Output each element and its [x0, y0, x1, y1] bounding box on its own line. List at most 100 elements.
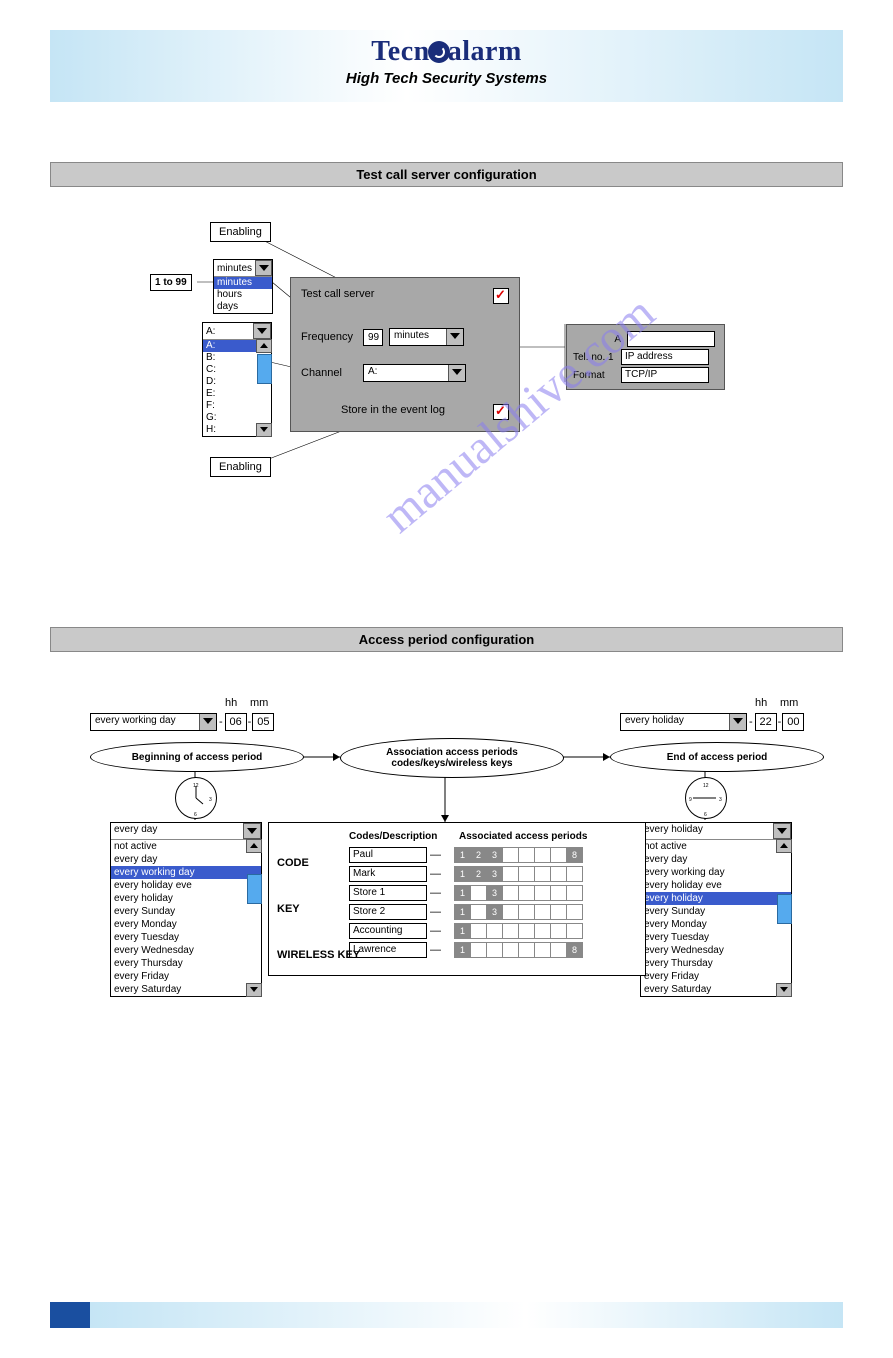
period-cell[interactable]: 1 — [454, 923, 471, 939]
unit-option-minutes[interactable]: minutes — [214, 277, 272, 289]
channel-listbox[interactable]: A: A: B: C: D: E: F: G: H: — [202, 322, 272, 437]
chevron-down-icon[interactable] — [199, 714, 216, 730]
list-item[interactable]: every holiday — [641, 892, 791, 905]
period-cell[interactable]: 3 — [486, 904, 503, 920]
frequency-input[interactable]: 99 — [363, 329, 383, 346]
list-item[interactable]: every Monday — [111, 918, 261, 931]
scroll-down-icon[interactable] — [256, 423, 272, 437]
scroll-up-icon[interactable] — [246, 839, 262, 853]
period-cell[interactable] — [486, 923, 503, 939]
period-cell[interactable] — [550, 847, 567, 863]
tel-no-field[interactable]: IP address — [621, 349, 709, 365]
period-cell[interactable] — [534, 942, 551, 958]
period-cell[interactable]: 1 — [454, 847, 471, 863]
list-item[interactable]: every working day — [641, 866, 791, 879]
list-item[interactable]: every Friday — [641, 970, 791, 983]
list-item[interactable]: every day — [641, 853, 791, 866]
chevron-down-icon[interactable] — [255, 260, 272, 276]
list-item[interactable]: every holiday eve — [641, 879, 791, 892]
chevron-down-icon[interactable] — [729, 714, 746, 730]
list-item[interactable]: every Monday — [641, 918, 791, 931]
format-field[interactable]: TCP/IP — [621, 367, 709, 383]
scrollbar-thumb[interactable] — [777, 894, 792, 924]
channel-select[interactable]: A: — [363, 364, 466, 382]
scrollbar-thumb[interactable] — [247, 874, 262, 904]
period-cell[interactable] — [470, 923, 487, 939]
list-item[interactable]: not active — [111, 840, 261, 853]
list-item[interactable]: every Tuesday — [111, 931, 261, 944]
period-cell[interactable]: 1 — [454, 885, 471, 901]
list-item[interactable]: every Thursday — [641, 957, 791, 970]
unit-option-hours[interactable]: hours — [214, 289, 272, 301]
period-cell[interactable] — [550, 866, 567, 882]
list-item[interactable]: every Saturday — [641, 983, 791, 996]
period-cell[interactable]: 2 — [470, 847, 487, 863]
list-item[interactable]: every Sunday — [111, 905, 261, 918]
channel-option[interactable]: F: — [203, 400, 271, 412]
period-cell[interactable]: 3 — [486, 847, 503, 863]
chevron-down-icon[interactable] — [243, 823, 261, 839]
list-item[interactable]: every Wednesday — [641, 944, 791, 957]
scroll-down-icon[interactable] — [246, 983, 262, 997]
chevron-down-icon[interactable] — [253, 323, 271, 339]
list-item[interactable]: every Wednesday — [111, 944, 261, 957]
period-cell[interactable] — [550, 885, 567, 901]
list-item[interactable]: every Friday — [111, 970, 261, 983]
period-cell[interactable] — [502, 904, 519, 920]
period-cell[interactable] — [534, 904, 551, 920]
end-hh-input[interactable]: 22 — [755, 713, 777, 731]
begin-mm-input[interactable]: 05 — [252, 713, 274, 731]
period-cell[interactable] — [518, 847, 535, 863]
period-cell[interactable] — [566, 866, 583, 882]
period-cell[interactable]: 1 — [454, 942, 471, 958]
period-cell[interactable] — [518, 904, 535, 920]
chevron-down-icon[interactable] — [448, 365, 465, 381]
period-cell[interactable] — [486, 942, 503, 958]
scroll-down-icon[interactable] — [776, 983, 792, 997]
store-log-checkbox[interactable] — [493, 404, 509, 420]
period-cell[interactable] — [518, 866, 535, 882]
side-a-field[interactable] — [627, 331, 715, 347]
period-cell[interactable] — [502, 847, 519, 863]
unit-option-days[interactable]: days — [214, 301, 272, 313]
period-cell[interactable] — [502, 923, 519, 939]
begin-options-list[interactable]: every day not activeevery dayevery worki… — [110, 822, 262, 997]
period-cell[interactable] — [566, 904, 583, 920]
chevron-down-icon[interactable] — [446, 329, 463, 345]
period-cell[interactable] — [470, 904, 487, 920]
list-item[interactable]: every Tuesday — [641, 931, 791, 944]
period-cell[interactable] — [534, 923, 551, 939]
period-cell[interactable]: 8 — [566, 847, 583, 863]
begin-period-select[interactable]: every working day — [90, 713, 217, 731]
period-cell[interactable] — [502, 885, 519, 901]
period-cell[interactable] — [470, 942, 487, 958]
frequency-unit-select[interactable]: minutes — [389, 328, 464, 346]
period-cell[interactable] — [518, 942, 535, 958]
period-cell[interactable]: 8 — [566, 942, 583, 958]
scroll-up-icon[interactable] — [776, 839, 792, 853]
list-item[interactable]: every day — [111, 853, 261, 866]
period-cell[interactable] — [534, 885, 551, 901]
end-mm-input[interactable]: 00 — [782, 713, 804, 731]
scroll-up-icon[interactable] — [256, 339, 272, 353]
list-item[interactable]: every Sunday — [641, 905, 791, 918]
list-item[interactable]: not active — [641, 840, 791, 853]
period-cell[interactable]: 1 — [454, 866, 471, 882]
end-options-list[interactable]: every holiday not activeevery dayevery w… — [640, 822, 792, 997]
period-cell[interactable] — [550, 942, 567, 958]
period-cell[interactable] — [566, 885, 583, 901]
list-item[interactable]: every holiday — [111, 892, 261, 905]
end-period-select[interactable]: every holiday — [620, 713, 747, 731]
period-cell[interactable] — [518, 885, 535, 901]
period-cell[interactable]: 1 — [454, 904, 471, 920]
period-cell[interactable] — [566, 923, 583, 939]
period-cell[interactable] — [550, 923, 567, 939]
period-cell[interactable] — [550, 904, 567, 920]
begin-hh-input[interactable]: 06 — [225, 713, 247, 731]
period-cell[interactable] — [502, 866, 519, 882]
list-item[interactable]: every holiday eve — [111, 879, 261, 892]
period-cell[interactable] — [534, 866, 551, 882]
scrollbar-thumb[interactable] — [257, 354, 272, 384]
unit-dropdown[interactable]: minutes minutes hours days — [213, 259, 273, 314]
period-cell[interactable]: 2 — [470, 866, 487, 882]
